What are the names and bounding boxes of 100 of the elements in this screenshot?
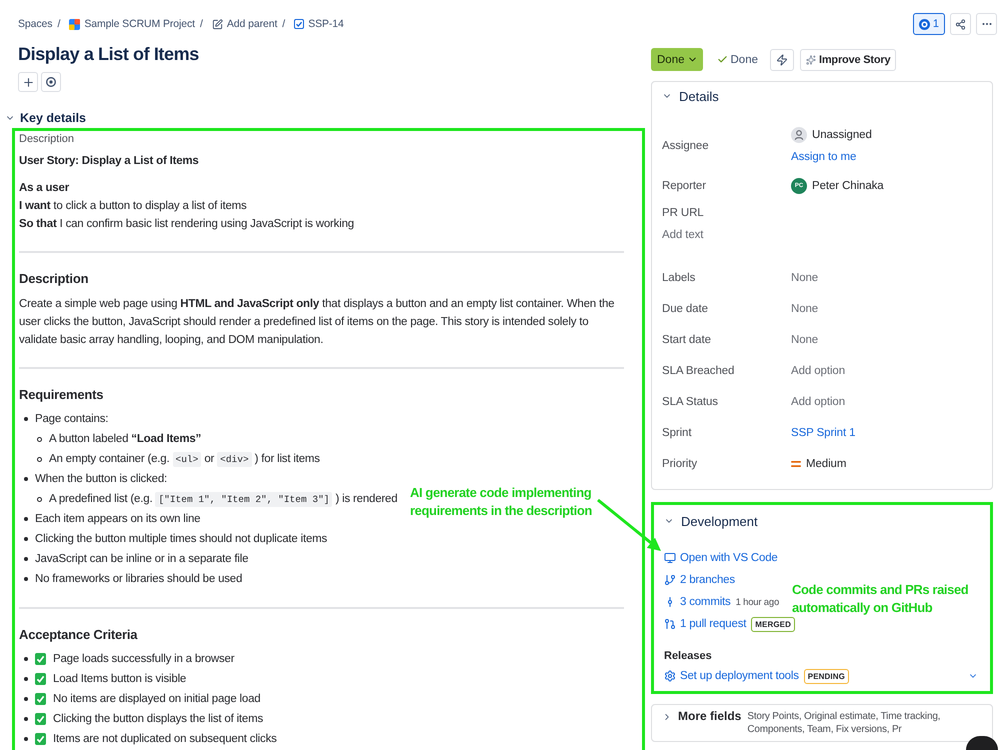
bullet-icon [24, 697, 28, 701]
development-link[interactable]: 2 branches [664, 574, 735, 586]
target-button[interactable] [41, 72, 61, 92]
avatar-icon [791, 127, 807, 143]
list-item-text: Clicking the button multiple times should not duplicate items [35, 532, 328, 547]
section-toggle[interactable]: Key details [5, 110, 86, 126]
releases-heading: Releases [664, 649, 712, 664]
breadcrumb-link[interactable]: Spaces [18, 18, 52, 30]
field-label: SLA Status [662, 394, 718, 410]
annotation-text: AI generate code implementing requirements in the description [410, 484, 592, 520]
field-label: Labels [662, 270, 696, 286]
story-title: User Story: Display a List of Items [19, 154, 200, 169]
bullet-icon [24, 737, 28, 741]
list-item-text: Load Items button is visible [53, 672, 186, 687]
monitor-icon [664, 552, 676, 564]
bullet-icon [24, 517, 28, 521]
bullet-icon [24, 477, 28, 481]
user-name: Peter Chinaka [812, 180, 884, 192]
development-link[interactable]: 1 pull request [664, 618, 746, 630]
improve-story-button[interactable]: Improve Story [800, 48, 896, 70]
field-value[interactable]: None [791, 302, 818, 314]
release-link[interactable]: Set up deployment tools [664, 670, 799, 682]
list-item-text: When the button is clicked: [35, 472, 168, 487]
story-want: I want to click a button to display a list of items [19, 199, 247, 214]
description-paragraph: Create a simple web page using HTML and JavaScript only that displays a button and an empty list container. When the user clicks the button, JavaScript should render a predefined list of items on the page. This story is intended solely to validate basic array handling, looping, and DOM manipulation. [19, 297, 616, 348]
list-item-text: No frameworks or libraries should be used [35, 572, 242, 587]
field-label: Reporter [662, 179, 706, 194]
section-toggle[interactable]: More fields [662, 710, 742, 723]
bullet-icon [24, 557, 28, 561]
list-item-text: Each item appears on its own line [35, 512, 200, 527]
field-label: Due date [662, 302, 708, 316]
ring-bullet-icon [37, 456, 42, 462]
gear-icon [664, 670, 676, 682]
breadcrumb-separator: / [282, 18, 286, 30]
user-name: Unassigned [812, 129, 872, 141]
field-label: Assignee [662, 139, 709, 154]
development-link[interactable]: 3 commits [664, 596, 731, 608]
automation-button[interactable] [770, 48, 794, 70]
bullet-icon [24, 677, 28, 681]
plus-icon [22, 76, 34, 88]
resolution-label: Done [730, 54, 758, 66]
watch-button[interactable]: 1 [912, 13, 945, 35]
breadcrumb-separator: / [200, 18, 203, 30]
field-value[interactable]: None [791, 272, 818, 284]
list-item-text: A predefined list (e.g. ["Item 1", "Item 2", "Item 3"] ) is rendered [49, 490, 398, 508]
list-item-text: An empty container (e.g. <ul> or <div> ) for list items [49, 450, 320, 468]
field-label: Sprint [662, 426, 692, 440]
story-role: As a user [19, 181, 69, 196]
bullet-icon [24, 577, 28, 581]
field-value[interactable]: Medium [806, 458, 846, 470]
inline-text-field[interactable]: Add text [662, 224, 704, 246]
sparkle-icon [806, 54, 816, 64]
issue-title: Display a List of Items [18, 43, 199, 66]
share-icon [955, 18, 966, 30]
share-button[interactable] [950, 13, 971, 35]
add-button[interactable] [18, 72, 38, 92]
checkbox-icon [294, 19, 304, 29]
section-heading: Acceptance Criteria [19, 626, 138, 644]
breadcrumb-link[interactable]: Add parent [212, 18, 278, 30]
breadcrumb-separator: / [57, 18, 60, 30]
assign-link[interactable]: Assign to me [791, 151, 856, 163]
status-lozenge: MERGED [751, 616, 795, 632]
bullet-icon [24, 537, 28, 541]
list-item-text: A button labeled “Load Items” [49, 432, 202, 447]
field-value[interactable]: Add option [791, 396, 845, 408]
field-label: PR URL [662, 206, 704, 221]
floating-action-button[interactable] [966, 736, 998, 750]
story-benefit: So that I can confirm basic list rendering using JavaScript is working [19, 217, 354, 232]
pull-request-icon [664, 618, 676, 630]
ring-bullet-icon [37, 496, 42, 502]
section-toggle[interactable]: Development [654, 505, 768, 537]
list-item-text: JavaScript can be inline or in a separate file [35, 552, 248, 567]
sprint-link[interactable]: SSP Sprint 1 [791, 426, 856, 438]
field-label: Priority [662, 456, 697, 472]
list-item-text: Page contains: [35, 412, 108, 427]
section-toggle[interactable]: Details [652, 82, 729, 110]
bullet-icon [24, 717, 28, 721]
breadcrumb-link[interactable]: Sample SCRUM Project [69, 18, 195, 30]
target-icon [46, 77, 56, 87]
list-item-text: No items are displayed on initial page load [53, 692, 260, 707]
lightning-icon [776, 54, 788, 66]
status-lozenge: PENDING [804, 668, 849, 684]
branch-icon [664, 574, 676, 586]
more-fields-summary: Story Points, Original estimate, Time tracking, Components, Team, Fix versions, Pr [747, 710, 942, 736]
list-item-text: Clicking the button displays the list of items [53, 712, 264, 727]
field-label: Start date [662, 332, 711, 348]
field-label: SLA Breached [662, 364, 734, 378]
field-value[interactable]: None [791, 334, 818, 346]
project-icon [69, 18, 80, 30]
status-button[interactable]: Done [651, 48, 702, 71]
ring-bullet-icon [37, 436, 42, 442]
commit-time: 1 hour ago [736, 596, 780, 608]
list-item-text: Page loads successfully in a browser [53, 652, 234, 667]
annotation-text: Code commits and PRs raised automatically on GitHub [792, 581, 968, 617]
edit-icon [212, 18, 223, 30]
development-link[interactable]: Open with VS Code [664, 552, 778, 564]
bullseye-icon [918, 18, 930, 30]
check-icon [716, 54, 728, 65]
field-value[interactable]: Add option [791, 364, 845, 376]
breadcrumb-link[interactable]: SSP-14 [294, 18, 344, 30]
